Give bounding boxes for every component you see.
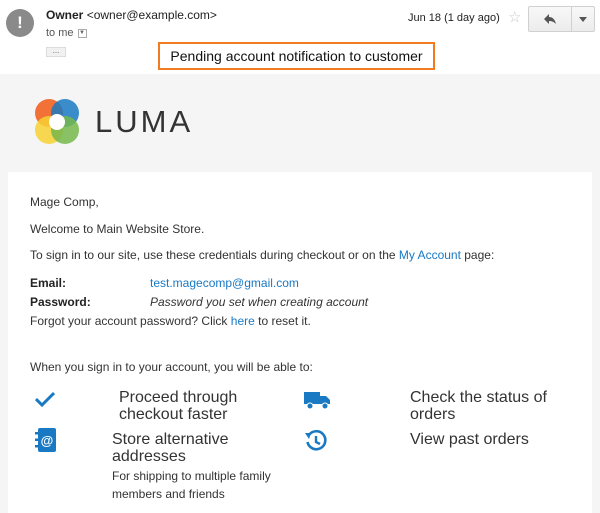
luma-logo-icon <box>35 99 79 144</box>
svg-text:@: @ <box>41 433 54 448</box>
luma-logo-text: LUMA <box>95 104 194 139</box>
benefits-intro: When you sign in to your account, you wi… <box>30 360 313 374</box>
feature-addresses: Store alternative addresses <box>112 431 229 465</box>
recipient-label: to me <box>46 27 74 39</box>
welcome-text: Welcome to Main Website Store. <box>30 222 205 236</box>
sender-email: <owner@example.com> <box>86 8 217 22</box>
more-actions-button[interactable] <box>571 6 595 32</box>
signin-instructions: To sign in to our site, use these creden… <box>30 248 494 262</box>
greeting: Mage Comp, <box>30 195 99 209</box>
forgot-text-before: Forgot your account password? Click <box>30 314 231 328</box>
chevron-down-icon <box>579 16 587 22</box>
reply-icon <box>544 14 556 24</box>
avatar-alert-icon: ! <box>17 13 23 32</box>
sender-avatar[interactable]: ! <box>6 9 34 37</box>
show-details-icon[interactable]: ▼ <box>77 28 87 38</box>
message-date: Jun 18 (1 day ago) <box>408 12 500 24</box>
email-content: LUMA Mage Comp, Welcome to Main Website … <box>0 74 600 513</box>
email-label: Email: <box>30 276 67 290</box>
history-icon <box>305 430 327 451</box>
show-trimmed-content-button[interactable]: ... <box>46 47 66 57</box>
feature-checkout: Proceed through checkout faster <box>119 389 237 423</box>
feature-address-line1: Store alternative <box>112 431 229 448</box>
message-header: ! Owner <owner@example.com> to me ▼ ... … <box>0 0 600 74</box>
annotation-callout: Pending account notification to customer <box>158 42 435 70</box>
signin-text-after: page: <box>460 248 495 262</box>
reply-button[interactable] <box>528 6 572 32</box>
feature-address-line2: addresses <box>112 448 186 465</box>
password-label: Password: <box>30 295 91 309</box>
reset-password-link[interactable]: here <box>231 314 255 328</box>
email-value-link[interactable]: test.magecomp@gmail.com <box>150 276 299 290</box>
my-account-link[interactable]: My Account <box>399 248 461 262</box>
star-icon[interactable]: ☆ <box>508 8 521 26</box>
sender-name: Owner <box>46 8 84 22</box>
checkmark-icon <box>35 391 55 407</box>
feature-addresses-detail: For shipping to multiple family members … <box>112 467 271 503</box>
feature-checkout-line1: Proceed through <box>119 389 238 406</box>
email-card: Mage Comp, Welcome to Main Website Store… <box>8 172 592 513</box>
feature-checkout-line2: checkout faster <box>119 406 228 423</box>
address-book-icon: @ <box>35 428 56 452</box>
forgot-text-after: to reset it. <box>254 314 311 328</box>
recipients[interactable]: to me ▼ <box>46 27 87 39</box>
luma-logo[interactable]: LUMA <box>31 96 193 148</box>
truck-icon <box>304 392 330 410</box>
feature-address-sub2: members and friends <box>112 487 225 501</box>
password-value: Password you set when creating account <box>150 295 369 309</box>
signin-text-before: To sign in to our site, use these creden… <box>30 248 399 262</box>
feature-status-line2: orders <box>410 406 456 423</box>
feature-past-orders: View past orders <box>410 431 529 448</box>
forgot-password-text: Forgot your account password? Click here… <box>30 314 311 328</box>
sender[interactable]: Owner <owner@example.com> <box>46 8 217 22</box>
feature-status-line1: Check the status of <box>410 389 547 406</box>
feature-address-sub1: For shipping to multiple family <box>112 469 271 483</box>
feature-order-status: Check the status of orders <box>410 389 547 423</box>
